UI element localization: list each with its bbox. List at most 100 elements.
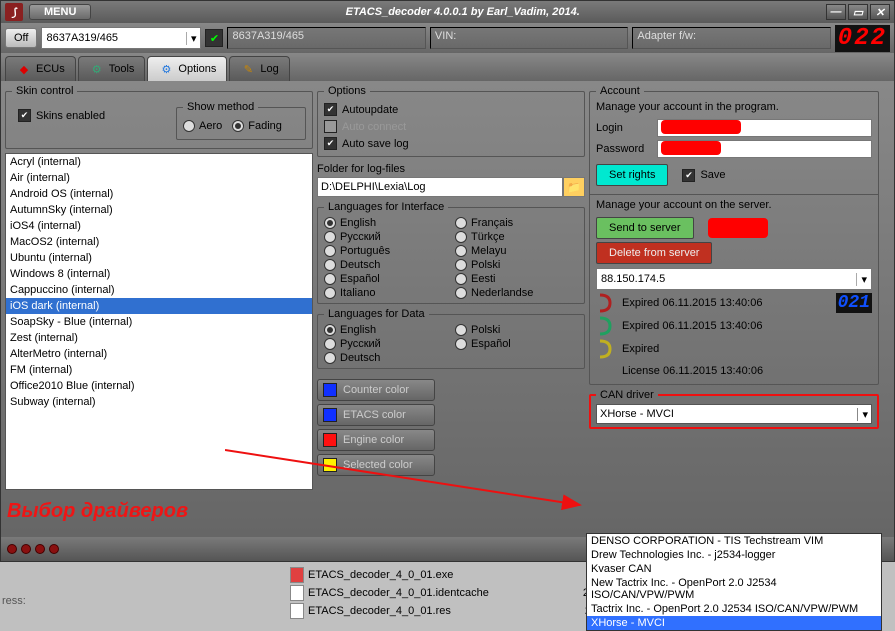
lang-radio[interactable]: Melayu xyxy=(455,245,578,257)
lang-radio[interactable]: Nederlandse xyxy=(455,287,578,299)
status-dot xyxy=(21,544,31,554)
skin-item[interactable]: Office2010 Blue (internal) xyxy=(6,378,312,394)
dropdown-item[interactable]: Drew Technologies Inc. - j2534-logger xyxy=(587,548,881,562)
skin-item[interactable]: AlterMetro (internal) xyxy=(6,346,312,362)
content-area: Skin control ✔Skins enabled Show method … xyxy=(1,81,894,537)
dropdown-item[interactable]: New Tactrix Inc. - OpenPort 2.0 J2534 IS… xyxy=(587,576,881,602)
aero-radio[interactable]: Aero xyxy=(183,120,222,132)
account-group: Account Manage your account in the progr… xyxy=(589,85,879,385)
send-server-button[interactable]: Send to server xyxy=(596,217,694,239)
ecu-combo[interactable]: 8637A319/465▾ xyxy=(41,27,201,49)
dropdown-item[interactable]: Tactrix Inc. - OpenPort 2.0 J2534 ISO/CA… xyxy=(587,602,881,616)
skin-item[interactable]: Air (internal) xyxy=(6,170,312,186)
chevron-down-icon[interactable]: ▾ xyxy=(186,32,197,45)
gear-icon: ⚙ xyxy=(158,61,174,77)
exe-icon xyxy=(290,567,304,583)
background-file-list: ETACS_decoder_4_0_01.exe23.0 ETACS_decod… xyxy=(290,566,619,620)
skin-list[interactable]: Acryl (internal)Air (internal)Android OS… xyxy=(5,153,313,490)
login-label: Login xyxy=(596,122,651,134)
lang-radio[interactable]: Eesti xyxy=(455,273,578,285)
account-prog-label: Manage your account in the program. xyxy=(596,101,872,113)
lang-radio[interactable]: English xyxy=(324,324,447,336)
lang-radio[interactable]: Polski xyxy=(455,324,578,336)
show-method-group: Show method Aero Fading xyxy=(176,101,306,140)
ip-combo[interactable]: 88.150.174.5▾ xyxy=(596,268,872,290)
folder-icon[interactable]: 📁 xyxy=(563,177,585,197)
dropdown-item[interactable]: Kvaser CAN xyxy=(587,562,881,576)
tab-tools[interactable]: ⚙Tools xyxy=(78,56,146,81)
login-input[interactable] xyxy=(657,119,872,137)
skin-item[interactable]: iOS4 (internal) xyxy=(6,218,312,234)
main-window: ⟆ MENU ETACS_decoder 4.0.0.1 by Earl_Vad… xyxy=(0,0,895,562)
account-server-label: Manage your account on the server. xyxy=(596,199,872,211)
ecu-field: 8637A319/465 xyxy=(227,27,425,49)
autoconnect-checkbox: Auto connect xyxy=(324,120,578,133)
can-driver-dropdown[interactable]: DENSO CORPORATION - TIS Techstream VIMDr… xyxy=(586,533,882,631)
skin-item[interactable]: MacOS2 (internal) xyxy=(6,234,312,250)
delete-server-button[interactable]: Delete from server xyxy=(596,242,712,264)
skin-item[interactable]: Ubuntu (internal) xyxy=(6,250,312,266)
log-folder-input[interactable] xyxy=(317,177,563,197)
skin-item[interactable]: AutumnSky (internal) xyxy=(6,202,312,218)
lang-radio[interactable]: Italiano xyxy=(324,287,447,299)
counter-color-button[interactable]: Counter color xyxy=(317,379,435,401)
skin-item[interactable]: Acryl (internal) xyxy=(6,154,312,170)
save-checkbox[interactable]: ✔Save xyxy=(682,169,737,182)
window-title: ETACS_decoder 4.0.0.1 by Earl_Vadim, 201… xyxy=(99,6,826,18)
autosavelog-checkbox[interactable]: ✔Auto save log xyxy=(324,137,578,150)
tabbar: ◆ECUs ⚙Tools ⚙Options ✎Log xyxy=(1,53,894,81)
close-button[interactable]: ✕ xyxy=(870,4,890,20)
menu-button[interactable]: MENU xyxy=(29,4,91,20)
chevron-down-icon[interactable]: ▾ xyxy=(856,273,867,286)
lang-radio[interactable]: Français xyxy=(455,217,578,229)
timer-display: 022 xyxy=(835,25,890,52)
skin-item[interactable]: Android OS (internal) xyxy=(6,186,312,202)
options-group: Options ✔Autoupdate Auto connect ✔Auto s… xyxy=(317,85,585,157)
can-driver-select[interactable]: XHorse - MVCI▾ xyxy=(596,404,872,424)
maximize-button[interactable]: ▭ xyxy=(848,4,868,20)
set-rights-button[interactable]: Set rights xyxy=(596,164,668,186)
skin-item[interactable]: FM (internal) xyxy=(6,362,312,378)
file-icon xyxy=(290,603,304,619)
folder-label: Folder for log-files xyxy=(317,161,585,177)
tab-log[interactable]: ✎Log xyxy=(229,56,289,81)
chevron-down-icon[interactable]: ▾ xyxy=(857,408,868,421)
etacs-color-button[interactable]: ETACS color xyxy=(317,404,435,426)
lang-radio[interactable]: Deutsch xyxy=(324,259,447,271)
password-input[interactable] xyxy=(657,140,872,158)
lang-radio[interactable]: English xyxy=(324,217,447,229)
check-toggle[interactable]: ✔ xyxy=(205,29,223,47)
skin-item[interactable]: Zest (internal) xyxy=(6,330,312,346)
lang-radio[interactable]: Português xyxy=(324,245,447,257)
lang-radio[interactable]: Deutsch xyxy=(324,352,447,364)
skins-enabled-checkbox[interactable]: ✔Skins enabled xyxy=(18,109,164,122)
skin-item[interactable]: Windows 8 (internal) xyxy=(6,266,312,282)
counter-display: 021 xyxy=(836,293,872,313)
lang-radio[interactable]: Español xyxy=(324,273,447,285)
lang-radio[interactable]: Türkçe xyxy=(455,231,578,243)
fading-radio[interactable]: Fading xyxy=(232,120,282,132)
status-icon xyxy=(596,316,616,336)
lang-radio[interactable]: Español xyxy=(455,338,578,350)
skin-item[interactable]: SoapSky - Blue (internal) xyxy=(6,314,312,330)
titlebar: ⟆ MENU ETACS_decoder 4.0.0.1 by Earl_Vad… xyxy=(1,1,894,23)
skin-item[interactable]: iOS dark (internal) xyxy=(6,298,312,314)
tab-ecus[interactable]: ◆ECUs xyxy=(5,56,76,81)
selected-color-button[interactable]: Selected color xyxy=(317,454,435,476)
lang-radio[interactable]: Polski xyxy=(455,259,578,271)
skin-item[interactable]: Subway (internal) xyxy=(6,394,312,410)
dropdown-item[interactable]: XHorse - MVCI xyxy=(587,616,881,630)
lang-interface-group: Languages for Interface EnglishFrançaisР… xyxy=(317,201,585,304)
skin-legend: Skin control xyxy=(12,85,77,97)
skin-item[interactable]: Cappuccino (internal) xyxy=(6,282,312,298)
tab-options[interactable]: ⚙Options xyxy=(147,56,227,81)
minimize-button[interactable]: — xyxy=(826,4,846,20)
dropdown-item[interactable]: DENSO CORPORATION - TIS Techstream VIM xyxy=(587,534,881,548)
autoupdate-checkbox[interactable]: ✔Autoupdate xyxy=(324,103,578,116)
lang-radio[interactable]: Русский xyxy=(324,338,447,350)
status-dot xyxy=(35,544,45,554)
off-button[interactable]: Off xyxy=(5,28,37,48)
engine-color-button[interactable]: Engine color xyxy=(317,429,435,451)
redacted xyxy=(708,218,768,238)
lang-radio[interactable]: Русский xyxy=(324,231,447,243)
